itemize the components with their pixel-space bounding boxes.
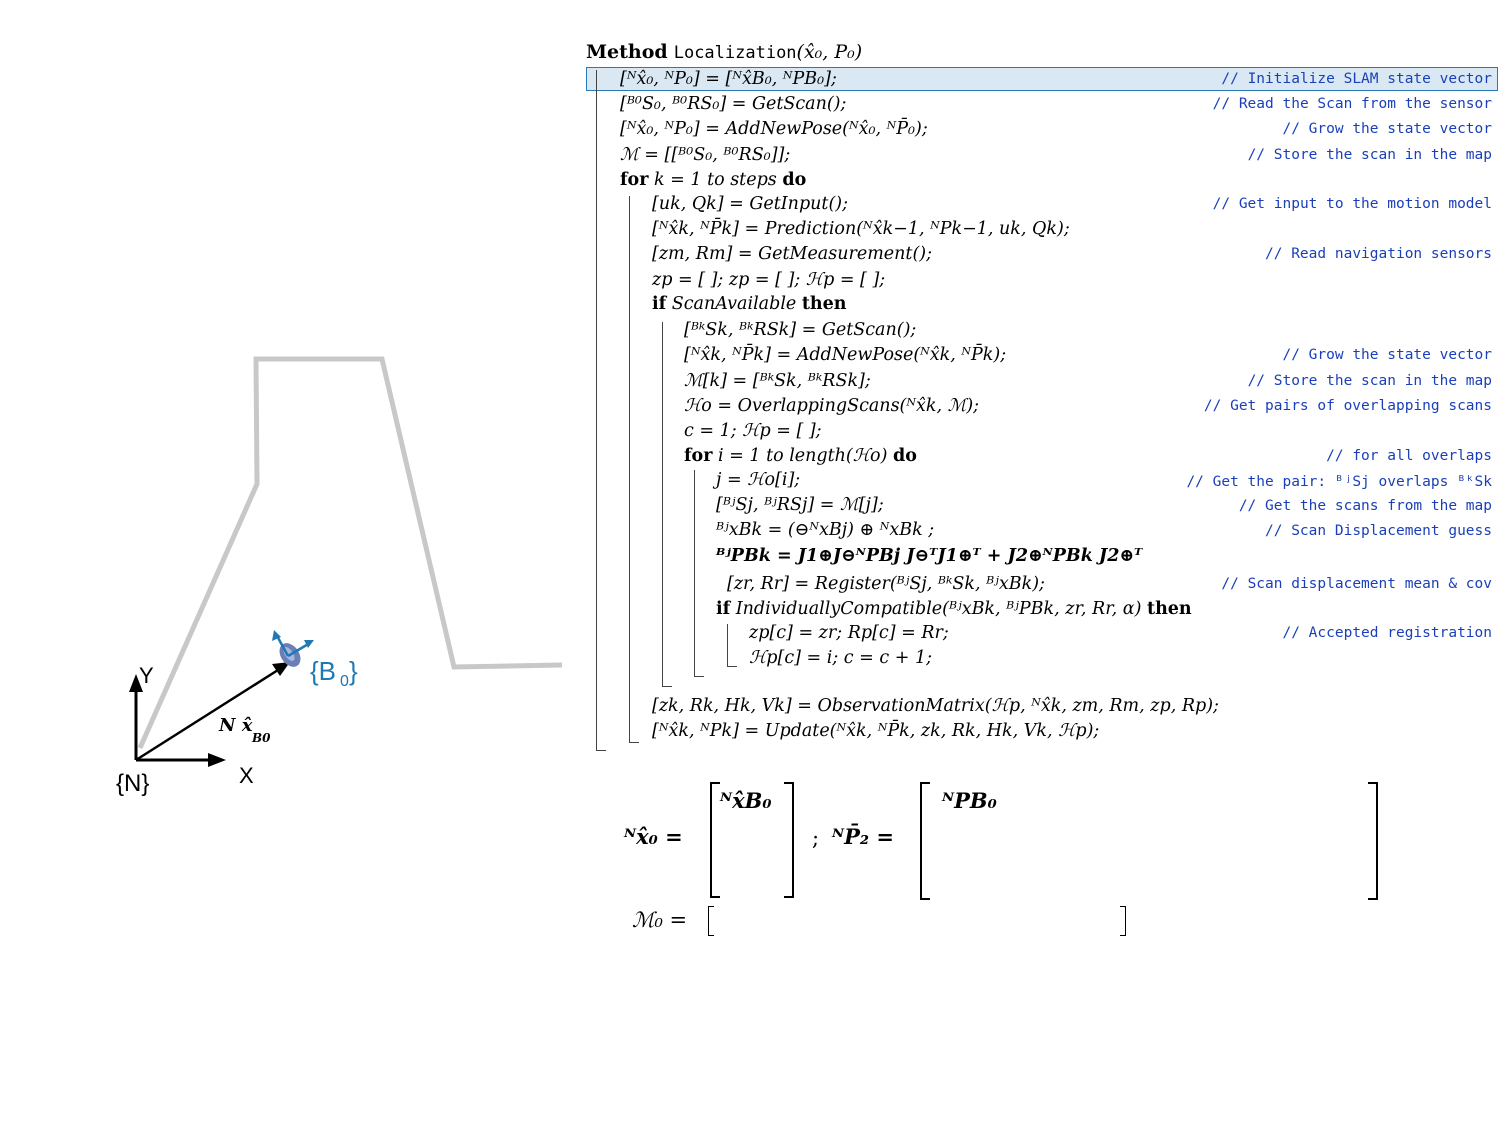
algo-line-13: ℳ[k] = [ᴮᵏSk, ᴮᵏRSk]; [684,371,871,391]
x0-entry: ᴺx̂B₀ [720,788,772,813]
p2-lhs: ᴺP̄₂ = [832,824,894,849]
algo-line-2: [ᴮ⁰S₀, ᴮ⁰RS₀] = GetScan(); [620,94,847,114]
svg-text:B0: B0 [251,731,271,745]
algorithm-block: Method Localization(x̂₀, P₀) [ᴺx̂₀, ᴺP₀]… [586,38,1500,768]
algo-line-18: [ᴮʲSj, ᴮʲRSj] = ℳ[j]; [716,495,884,515]
m0-bracket-left [708,906,714,936]
algo-comment-14: // Get pairs of overlapping scans [1203,398,1492,414]
svg-text:0: 0 [340,673,349,690]
x0-bracket-left [710,782,720,898]
algo-line-14: ℋo = OverlappingScans(ᴺx̂k, ℳ); [684,396,980,416]
algo-line-7: [ᴺx̂k, ᴺP̄k] = Prediction(ᴺx̂k−1, ᴺPk−1,… [652,219,1070,239]
algorithm-header: Method Localization(x̂₀, P₀) [586,40,862,64]
scope-bar-method [596,70,597,750]
algo-line-17: j = ℋo[i]; [716,470,801,490]
scope-foot-method [596,750,606,751]
algo-comment-8: // Read navigation sensors [1265,246,1492,262]
frame-n-label: {N} [116,770,149,797]
algo-line-9: zp = [ ]; zp = [ ]; ℋp = [ ]; [652,270,886,290]
algo-line-11: [ᴮᵏSk, ᴮᵏRSk] = GetScan(); [684,320,917,340]
algo-comment-17: // Get the pair: ᴮʲSj overlaps ᴮᵏSk [1186,474,1492,490]
p2-bracket-left [920,782,930,900]
scope-bar-if-scan [662,322,663,686]
axis-y-label: Y [139,663,154,688]
axis-x-label: X [239,763,254,788]
algo-line-21: [zr, Rr] = Register(ᴮʲSj, ᴮᵏSk, ᴮʲxBk); [727,574,1045,594]
keyword-method: Method [586,41,668,63]
initial-state-matrices: ᴺx̂₀ = ᴺx̂B₀ ; ᴺP̄₂ = ᴺPB₀ ℳ₀ = [620,776,1420,946]
scope-bar-for-k [629,196,630,742]
algo-comment-13: // Store the scan in the map [1247,373,1492,389]
m0-lhs: ℳ₀ = [632,908,688,932]
algo-comment-2: // Read the Scan from the sensor [1212,96,1492,112]
scope-bar-for-i [694,470,695,676]
x0-lhs: ᴺx̂₀ = [624,824,683,849]
algo-line-26: [ᴺx̂k, ᴺPk] = Update(ᴺx̂k, ᴺP̄k, zk, Rk,… [652,721,1100,741]
environment-wall [137,356,563,750]
algo-comment-12: // Grow the state vector [1282,347,1492,363]
method-name: Localization [673,43,797,63]
algo-line-24: ℋp[c] = i; c = c + 1; [749,648,933,668]
algo-comment-16: // for all overlaps [1326,448,1492,464]
svg-text:}: } [349,656,358,686]
scope-foot-for-k [629,742,639,743]
svg-text:{B: {B [310,656,336,686]
algo-line-6: [uk, Qk] = GetInput(); [652,194,849,214]
algo-line-20: ᴮʲPBk = J1⊕J⊖ᴺPBj J⊖ᵀJ1⊕ᵀ + J2⊕ᴺPBk J2⊕ᵀ [716,546,1143,566]
algo-comment-23: // Accepted registration [1282,625,1492,641]
matrix-separator: ; [812,826,820,850]
algo-comment-18: // Get the scans from the map [1238,498,1492,514]
x0-bracket-right [784,782,794,898]
algo-line-8: [zm, Rm] = GetMeasurement(); [652,244,933,264]
algo-line-15: c = 1; ℋp = [ ]; [684,421,822,441]
algo-comment-6: // Get input to the motion model [1212,196,1492,212]
algo-line-10: if ScanAvailable then [652,294,847,314]
scope-bar-if-compat [727,624,728,666]
scope-foot-if-scan [662,686,672,687]
m0-bracket-right [1120,906,1126,936]
algo-line-3: [ᴺx̂₀, ᴺP₀] = AddNewPose(ᴺx̂₀, ᴺP̄₀); [620,119,928,139]
frame-b0-label: {B 0 } [310,656,358,690]
algo-comment-19: // Scan Displacement guess [1265,523,1492,539]
algo-line-5: for k = 1 to steps do [620,170,807,190]
scope-foot-if-compat [727,666,737,667]
algo-line-25: [zk, Rk, Hk, Vk] = ObservationMatrix(ℋp,… [652,696,1219,716]
algo-line-16: for i = 1 to length(ℋo) do [684,446,917,466]
algo-line-19: ᴮʲxBk = (⊖ᴺxBj) ⊕ ᴺxBk ; [716,520,935,540]
algo-comment-3: // Grow the state vector [1282,121,1492,137]
algo-comment-1: // Initialize SLAM state vector [1221,71,1492,87]
scope-foot-for-i [694,676,704,677]
algo-comment-4: // Store the scan in the map [1247,147,1492,163]
svg-text:N x̂: N x̂ [218,715,253,736]
algo-line-12: [ᴺx̂k, ᴺP̄k] = AddNewPose(ᴺx̂k, ᴺP̄k); [684,345,1007,365]
p2-entry: ᴺPB₀ [942,788,997,813]
scene-diagram: Y X {N} {B 0 } N x̂ B0 [116,356,563,797]
algo-line-1: [ᴺx̂₀, ᴺP₀] = [ᴺx̂B₀, ᴺPB₀]; [620,69,837,89]
algo-line-23: zp[c] = zr; Rp[c] = Rr; [749,623,949,643]
method-args: (x̂₀, P₀) [796,41,863,63]
pose-vector-label: N x̂ B0 [218,715,271,745]
algo-line-4: ℳ = [[ᴮ⁰S₀, ᴮ⁰RS₀]]; [620,145,791,165]
p2-bracket-right [1368,782,1378,900]
algo-line-22: if IndividuallyCompatible(ᴮʲxBk, ᴮʲPBk, … [716,599,1192,619]
algo-comment-21: // Scan displacement mean & cov [1221,576,1492,592]
